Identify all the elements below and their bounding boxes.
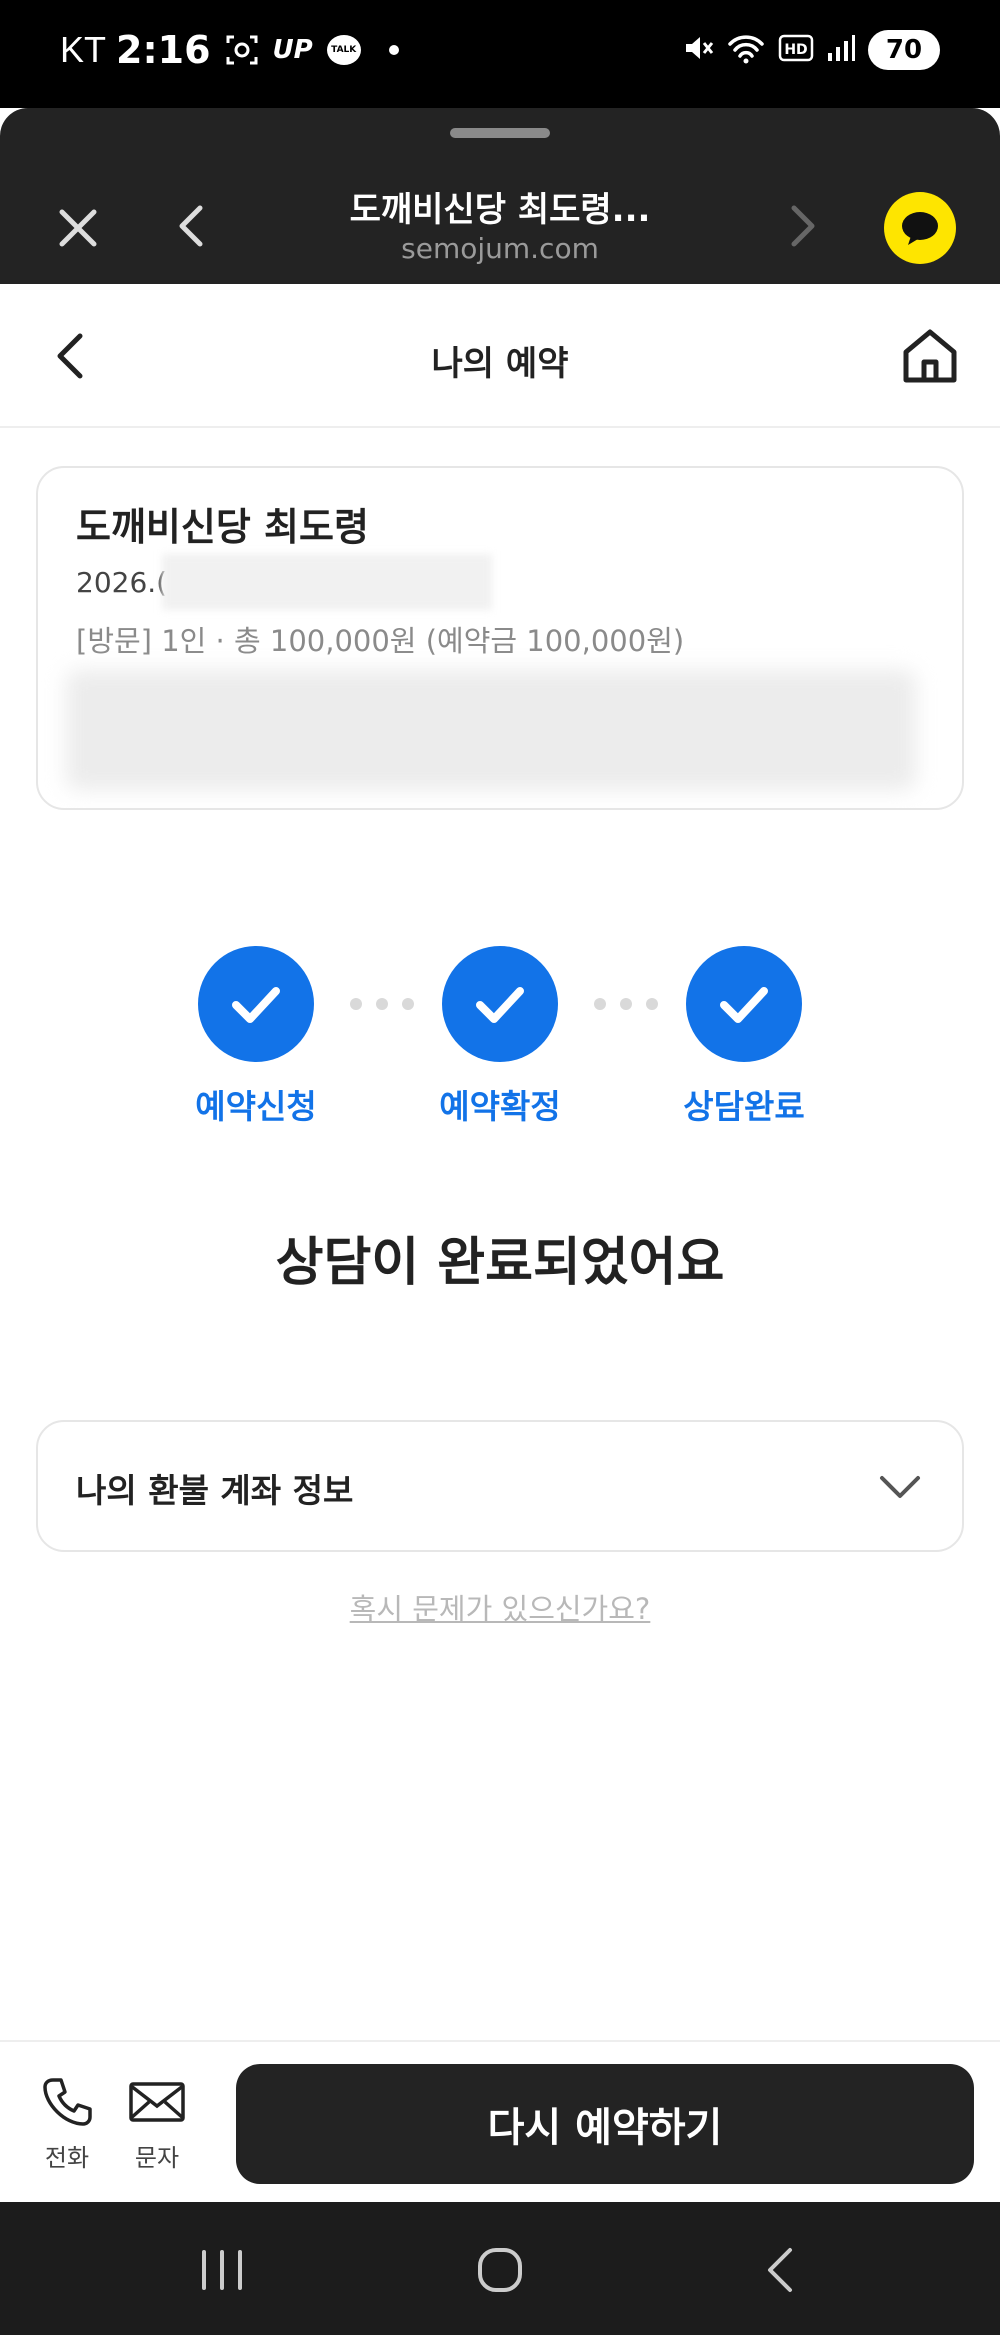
check-icon bbox=[686, 946, 802, 1062]
sheet-drag-handle[interactable] bbox=[450, 128, 550, 138]
step-label: 예약신청 bbox=[195, 1087, 317, 1126]
shop-name: 도깨비신당 최도령 bbox=[76, 505, 369, 549]
reservation-detail: [방문] 1인 · 총 100,000원 (예약금 100,000원) bbox=[76, 624, 685, 658]
message-button[interactable]: 문자 bbox=[112, 2074, 202, 2173]
step-label: 예약확정 bbox=[439, 1087, 561, 1126]
kakaotalk-icon: TALK bbox=[326, 35, 361, 65]
browser-forward-icon[interactable] bbox=[776, 196, 828, 256]
kakao-chat-icon[interactable] bbox=[884, 192, 956, 264]
screenshot-icon bbox=[225, 33, 259, 67]
redacted-info-area bbox=[66, 670, 916, 790]
step-label: 상담완료 bbox=[683, 1087, 805, 1126]
browser-toolbar: 도깨비신당 최도령... semojum.com bbox=[0, 108, 1000, 284]
browser-url: semojum.com bbox=[401, 232, 599, 265]
home-nav-icon[interactable] bbox=[468, 2238, 532, 2302]
back-nav-icon[interactable] bbox=[750, 2238, 814, 2302]
phone-label: 전화 bbox=[44, 2144, 90, 2172]
page-header: 나의 예약 bbox=[0, 284, 1000, 428]
mail-icon bbox=[129, 2082, 185, 2122]
rebook-button[interactable]: 다시 예약하기 bbox=[236, 2064, 974, 2184]
page-title: 나의 예약 bbox=[431, 344, 569, 384]
mute-icon bbox=[682, 32, 714, 68]
back-icon[interactable] bbox=[46, 326, 96, 386]
system-nav-bar bbox=[0, 2202, 1000, 2335]
reservation-date: 2026.( bbox=[76, 566, 168, 599]
svg-text:HD: HD bbox=[784, 42, 807, 58]
step-request: 예약신청 bbox=[166, 946, 346, 1128]
phone-icon bbox=[43, 2078, 92, 2126]
browser-back-icon[interactable] bbox=[166, 196, 218, 256]
status-message: 상담이 완료되었어요 bbox=[275, 1233, 725, 1293]
reservation-card[interactable]: 도깨비신당 최도령 2026.( [방문] 1인 · 총 100,000원 (예… bbox=[36, 466, 964, 810]
refund-account-accordion[interactable]: 나의 환불 계좌 정보 bbox=[36, 1420, 964, 1552]
up-app-icon: UP bbox=[272, 35, 313, 65]
battery-icon: 70 bbox=[868, 30, 940, 70]
status-bar: KT 2:16 UP TALK HD 70 bbox=[0, 0, 1000, 108]
problem-help-link[interactable]: 혹시 문제가 있으신가요? bbox=[0, 1586, 1000, 1628]
refund-account-label: 나의 환불 계좌 정보 bbox=[76, 1471, 354, 1510]
close-icon[interactable] bbox=[48, 198, 108, 258]
clock-time: 2:16 bbox=[116, 28, 211, 72]
status-right: HD 70 bbox=[682, 30, 940, 70]
step-connector bbox=[594, 998, 658, 1010]
step-confirm: 예약확정 bbox=[410, 946, 590, 1128]
chevron-down-icon bbox=[876, 1462, 924, 1510]
browser-page-title: 도깨비신당 최도령... bbox=[349, 190, 651, 230]
step-consult-done: 상담완료 bbox=[654, 946, 834, 1128]
carrier-label: KT bbox=[60, 29, 107, 70]
signal-icon bbox=[826, 33, 856, 67]
notification-dot-icon bbox=[388, 45, 399, 55]
check-icon bbox=[442, 946, 558, 1062]
status-left: KT 2:16 UP TALK bbox=[60, 28, 399, 72]
wifi-icon bbox=[726, 32, 766, 68]
recent-apps-icon[interactable] bbox=[190, 2238, 254, 2302]
redacted-date-area bbox=[162, 554, 492, 610]
step-connector bbox=[350, 998, 414, 1010]
check-icon bbox=[198, 946, 314, 1062]
home-icon[interactable] bbox=[898, 324, 962, 388]
phone-button[interactable]: 전화 bbox=[22, 2074, 112, 2173]
hd-icon: HD bbox=[778, 33, 814, 67]
bottom-action-bar: 전화 문자 다시 예약하기 bbox=[0, 2040, 1000, 2202]
message-label: 문자 bbox=[134, 2144, 180, 2172]
